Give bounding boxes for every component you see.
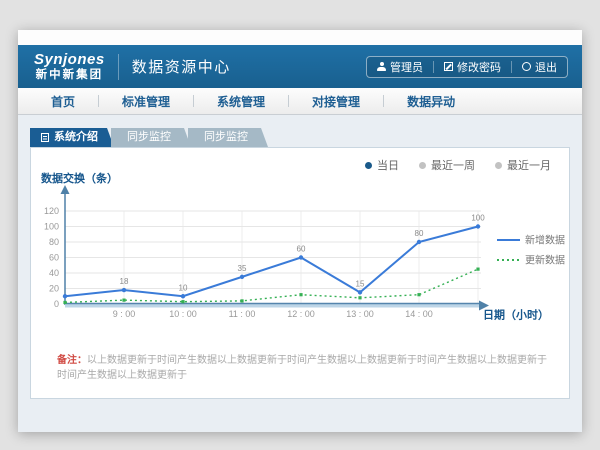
nav-item-home[interactable]: 首页 [28,93,98,110]
data-point [63,301,66,304]
radio-label: 当日 [377,157,399,173]
top-margin-strip [18,30,582,45]
chart-text: 11 : 00 [229,309,256,319]
chart-text: 10 [179,283,188,292]
tab-sync-monitor-1[interactable]: 同步监控 [111,128,191,147]
chart-text: 60 [297,245,306,254]
chart-text: 100 [471,214,485,223]
data-point [63,294,67,298]
document-icon [41,133,49,142]
power-icon [522,62,531,71]
data-point [299,255,303,259]
data-point [122,288,126,292]
footnote-prefix: 备注： [57,355,87,366]
radio-today[interactable]: 当日 [365,157,399,173]
radio-dot [495,162,502,169]
chart-text: 12 : 00 [287,309,315,319]
edit-icon [444,62,453,71]
user-label: 管理员 [390,59,423,75]
radio-label: 最近一周 [431,157,475,173]
desktop-background: Synjones 新中新集团 数据资源中心 管理员 修改密码 退出 [0,0,600,450]
chart-text: 20 [49,284,59,294]
y-axis-arrow-icon [61,185,70,194]
chart-text: 80 [415,229,424,238]
chart-panel: 当日 最近一周 最近一月 数据交换（条） 0 20 40 60 80 100 120 9 : … [30,147,570,399]
time-range-options: 当日 最近一周 最近一月 [365,157,551,173]
page-title: 数据资源中心 [132,56,231,77]
user-menu-button[interactable]: 管理员 [367,59,433,75]
tab-label: 同步监控 [127,128,171,147]
nav-item-system-mgmt[interactable]: 系统管理 [194,93,288,110]
x-axis-band [65,304,481,308]
data-point [358,290,362,294]
tab-bar: 系统介绍 同步监控 同步监控 [30,128,268,147]
radio-dot [365,162,372,169]
series-line-1 [65,269,478,302]
data-point [417,240,421,244]
company-logo: Synjones 新中新集团 [34,51,105,81]
main-nav: 首页 标准管理 系统管理 对接管理 数据异动 [18,88,582,115]
tab-system-intro[interactable]: 系统介绍 [30,128,114,147]
content-area: 系统介绍 同步监控 同步监控 当日 最近一周 [18,115,582,432]
footnote: 备注：以上数据更新于时间产生数据以上数据更新于时间产生数据以上数据更新于时间产生… [57,354,549,383]
nav-item-standard-mgmt[interactable]: 标准管理 [99,93,193,110]
data-point [358,296,361,299]
chart-text: 100 [44,222,59,232]
user-icon [377,62,386,71]
header-divider [118,54,119,80]
chart-text: 18 [120,277,129,286]
chart-text: 9 : 00 [113,309,136,319]
data-point [240,299,243,302]
footnote-text: 以上数据更新于时间产生数据以上数据更新于时间产生数据以上数据更新于时间产生数据以… [57,355,547,381]
y-axis-title: 数据交换（条） [41,170,118,186]
radio-label: 最近一月 [507,157,551,173]
chart-text: 10 : 00 [169,309,197,319]
nav-item-data-change[interactable]: 数据异动 [384,93,478,110]
user-menu: 管理员 修改密码 退出 [366,56,568,78]
data-point [417,293,420,296]
logout-label: 退出 [535,59,557,75]
app-header: Synjones 新中新集团 数据资源中心 管理员 修改密码 退出 [18,45,582,88]
chart-text: 35 [238,264,247,273]
nav-item-interface-mgmt[interactable]: 对接管理 [289,93,383,110]
chart-text: 60 [49,253,59,263]
logout-button[interactable]: 退出 [512,59,567,75]
app-window: Synjones 新中新集团 数据资源中心 管理员 修改密码 退出 [18,30,582,432]
change-password-button[interactable]: 修改密码 [434,59,511,75]
data-point [476,268,479,271]
logo-chinese: 新中新集团 [34,69,105,82]
chart-text: 新增数据 [525,234,565,247]
radio-last-month[interactable]: 最近一月 [495,157,551,173]
chart-text: 13 : 00 [346,309,374,319]
change-password-label: 修改密码 [457,59,501,75]
chart-text: 80 [49,237,59,247]
logo-english: Synjones [34,51,105,68]
data-point [476,224,480,228]
chart-text: 更新数据 [525,254,565,267]
chart-text: 120 [44,206,59,216]
data-point [122,299,125,302]
data-point [181,294,185,298]
chart-text: 15 [356,279,365,288]
series-line-0 [65,227,478,297]
chart-text: 0 [54,299,59,309]
chart-text: 日期（小时） [483,308,549,322]
x-axis-arrow-icon [479,301,489,311]
data-point [181,300,184,303]
radio-last-week[interactable]: 最近一周 [419,157,475,173]
tab-label: 系统介绍 [54,128,98,147]
data-point [240,275,244,279]
chart-text: 14 : 00 [405,309,433,319]
tab-sync-monitor-2[interactable]: 同步监控 [188,128,268,147]
data-point [299,293,302,296]
chart-text: 40 [49,268,59,278]
tab-label: 同步监控 [204,128,248,147]
radio-dot [419,162,426,169]
